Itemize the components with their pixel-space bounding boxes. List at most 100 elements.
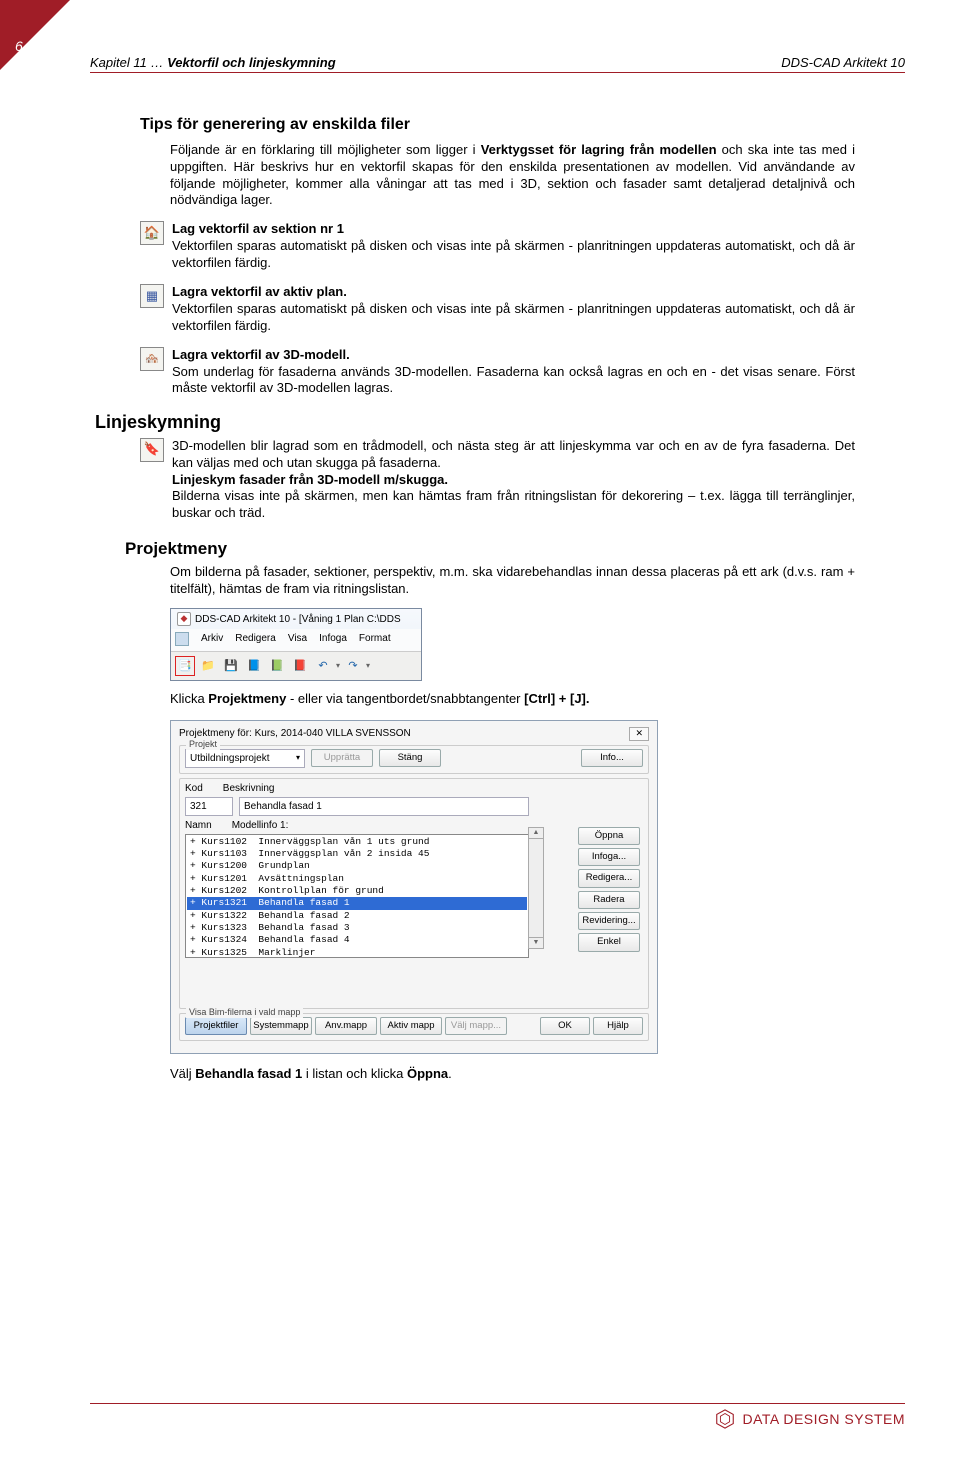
- shot1-menubar: Arkiv Redigera Visa Infoga Format: [171, 629, 421, 651]
- dropdown-caret-icon[interactable]: ▾: [336, 661, 340, 671]
- chevron-down-icon: ▾: [296, 753, 300, 763]
- lin-text-2: Bilderna visas inte på skärmen, men kan …: [172, 488, 855, 520]
- screenshot-projektmeny-dialog: Projektmeny för: Kurs, 2014-040 VILLA SV…: [170, 720, 658, 1054]
- label-modellinfo: Modellinfo 1:: [232, 819, 289, 832]
- s3-body: Som underlag för fasaderna används 3D-mo…: [172, 364, 855, 396]
- btn-anvmapp[interactable]: Anv.mapp: [315, 1017, 377, 1035]
- btn-info[interactable]: Info...: [581, 749, 643, 767]
- item-plan: ▦ Lagra vektorfil av aktiv plan.Vektorfi…: [140, 284, 855, 335]
- btn-projektfiler[interactable]: Projektfiler: [185, 1017, 247, 1035]
- house-icon: 🏠: [140, 221, 164, 245]
- shot1-title-text: DDS-CAD Arkitekt 10 - [Våning 1 Plan C:\…: [195, 613, 401, 626]
- page-number: 6: [15, 38, 23, 54]
- header-right: DDS-CAD Arkitekt 10: [781, 55, 905, 70]
- s1-body: Vektorfilen sparas automatiskt på disken…: [172, 238, 855, 270]
- pick-instruction: Välj Behandla fasad 1 i listan och klick…: [170, 1066, 855, 1083]
- list-item[interactable]: + Kurs1324 Behandla fasad 4: [187, 934, 527, 946]
- toolbar-b6[interactable]: 📕: [290, 656, 310, 676]
- click-c: - eller via tangentbordet/snabbtangenter: [286, 691, 524, 706]
- list-item[interactable]: + Kurs1200 Grundplan: [187, 860, 527, 872]
- group-projekt: Projekt Utbildningsprojekt▾ Upprätta Stä…: [179, 745, 649, 774]
- menu-visa[interactable]: Visa: [288, 632, 307, 646]
- group-list: Kod Beskrivning 321 Behandla fasad 1 Nam…: [179, 778, 649, 1009]
- list-item[interactable]: + Kurs1103 Innerväggsplan vån 2 insida 4…: [187, 848, 527, 860]
- s3-title: Lagra vektorfil av 3D-modell.: [172, 347, 350, 362]
- header-bar: Kapitel 11 … Vektorfil och linjeskymning…: [90, 55, 905, 73]
- toolbar-projektmeny[interactable]: 📑: [175, 656, 195, 676]
- pick-c: i listan och klicka: [302, 1066, 407, 1081]
- tips-heading: Tips för generering av enskilda filer: [140, 115, 855, 136]
- field-kod[interactable]: 321: [185, 797, 233, 816]
- shot1-titlebar: ◆ DDS-CAD Arkitekt 10 - [Våning 1 Plan C…: [171, 609, 421, 629]
- btn-hjalp[interactable]: Hjälp: [593, 1017, 643, 1035]
- header-product: DDS-CAD Arkitekt 10: [781, 55, 905, 70]
- list-item[interactable]: + Kurs1325 Marklinjer: [187, 947, 527, 958]
- group-visa-label: Visa Bim-filerna i vald mapp: [186, 1007, 303, 1019]
- click-b: Projektmeny: [208, 691, 286, 706]
- list-item[interactable]: + Kurs1201 Avsättningsplan: [187, 873, 527, 885]
- btn-revidering[interactable]: Revidering...: [578, 912, 640, 930]
- list-item[interactable]: + Kurs1202 Kontrollplan för grund: [187, 885, 527, 897]
- s2-body: Vektorfilen sparas automatiskt på disken…: [172, 301, 855, 333]
- btn-enkel[interactable]: Enkel: [578, 933, 640, 951]
- projektmeny-heading: Projektmeny: [125, 538, 855, 560]
- file-list[interactable]: + Kurs1102 Innerväggsplan vån 1 uts grun…: [185, 834, 529, 958]
- btn-infoga[interactable]: Infoga...: [578, 848, 640, 866]
- screenshot-menubar: ◆ DDS-CAD Arkitekt 10 - [Våning 1 Plan C…: [170, 608, 422, 681]
- click-instruction: Klicka Projektmeny - eller via tangentbo…: [170, 691, 855, 708]
- item-linje: 🔖 3D-modellen blir lagrad som en trådmod…: [140, 438, 855, 522]
- label-beskrivning: Beskrivning: [223, 782, 275, 795]
- page-content: Tips för generering av enskilda filer Fö…: [140, 115, 855, 1083]
- menu-infoga[interactable]: Infoga: [319, 632, 347, 646]
- logo-hexagon-icon: [714, 1408, 736, 1430]
- scroll-down-icon[interactable]: ▼: [529, 937, 543, 948]
- toolbar-b4[interactable]: 📘: [244, 656, 264, 676]
- btn-stang[interactable]: Stäng: [379, 749, 441, 767]
- house3d-icon: 🏘️: [140, 347, 164, 371]
- toolbar-save[interactable]: 💾: [221, 656, 241, 676]
- list-item-selected[interactable]: + Kurs1321 Behandla fasad 1: [187, 897, 527, 909]
- btn-radera[interactable]: Radera: [578, 891, 640, 909]
- pick-d: Öppna: [407, 1066, 448, 1081]
- btn-valjmapp[interactable]: Välj mapp...: [445, 1017, 507, 1035]
- page-corner: [0, 0, 70, 70]
- app-icon: ◆: [177, 612, 191, 626]
- menu-redigera[interactable]: Redigera: [235, 632, 276, 646]
- dropdown-caret-icon[interactable]: ▾: [366, 661, 370, 671]
- btn-uppratta[interactable]: Upprätta: [311, 749, 373, 767]
- btn-ok[interactable]: OK: [540, 1017, 590, 1035]
- tips-paragraph: Följande är en förklaring till möjlighet…: [170, 142, 855, 210]
- btn-aktivmapp[interactable]: Aktiv mapp: [380, 1017, 442, 1035]
- footer-text: DATA DESIGN SYSTEM: [742, 1411, 905, 1427]
- scrollbar[interactable]: ▲ ▼: [528, 827, 544, 949]
- group-projekt-label: Projekt: [186, 739, 220, 751]
- toolbar-redo[interactable]: ↷: [343, 656, 363, 676]
- close-icon[interactable]: ✕: [629, 727, 649, 741]
- click-d: [Ctrl] + [J].: [524, 691, 589, 706]
- list-item[interactable]: + Kurs1322 Behandla fasad 2: [187, 910, 527, 922]
- toolbar-b2[interactable]: 📁: [198, 656, 218, 676]
- pick-a: Välj: [170, 1066, 195, 1081]
- table-icon: [175, 632, 189, 646]
- linjeskymning-heading: Linjeskymning: [95, 411, 855, 434]
- dialog-header: Projektmeny för: Kurs, 2014-040 VILLA SV…: [179, 727, 649, 741]
- menu-format[interactable]: Format: [359, 632, 391, 646]
- toolbar-undo[interactable]: ↶: [313, 656, 333, 676]
- label-namn: Namn: [185, 819, 212, 832]
- toolbar-b5[interactable]: 📗: [267, 656, 287, 676]
- s2-title: Lagra vektorfil av aktiv plan.: [172, 284, 347, 299]
- scroll-up-icon[interactable]: ▲: [529, 828, 543, 839]
- btn-systemmapp[interactable]: Systemmapp: [250, 1017, 312, 1035]
- list-item[interactable]: + Kurs1102 Innerväggsplan vån 1 uts grun…: [187, 836, 527, 848]
- menu-arkiv[interactable]: Arkiv: [201, 632, 223, 646]
- proj-paragraph: Om bilderna på fasader, sektioner, persp…: [170, 564, 855, 598]
- btn-oppna[interactable]: Öppna: [578, 827, 640, 845]
- page-footer: DATA DESIGN SYSTEM: [90, 1403, 905, 1430]
- lin-text-1: 3D-modellen blir lagrad som en trådmodel…: [172, 438, 855, 470]
- field-beskrivning[interactable]: Behandla fasad 1: [239, 797, 529, 816]
- dropdown-utbildning[interactable]: Utbildningsprojekt▾: [185, 749, 305, 768]
- btn-redigera[interactable]: Redigera...: [578, 869, 640, 887]
- pick-e: .: [448, 1066, 452, 1081]
- list-item[interactable]: + Kurs1323 Behandla fasad 3: [187, 922, 527, 934]
- header-left: Kapitel 11 … Vektorfil och linjeskymning: [90, 55, 336, 70]
